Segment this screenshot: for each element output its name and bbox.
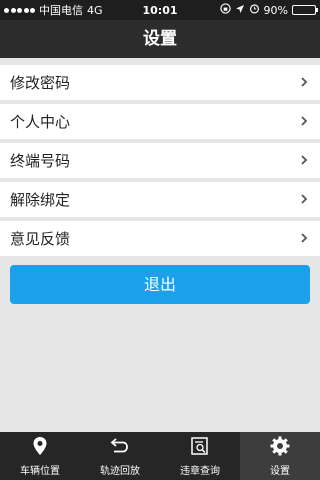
menu-item[interactable]: 意见反馈 bbox=[0, 221, 320, 256]
tab-label: 设置 bbox=[270, 465, 290, 477]
tab-item[interactable]: 违章查询 bbox=[160, 432, 240, 480]
alarm-icon bbox=[249, 3, 260, 17]
chevron-right-icon bbox=[298, 152, 310, 170]
location-arrow-icon bbox=[235, 4, 245, 17]
menu-item-label: 解除绑定 bbox=[10, 191, 71, 209]
menu-item[interactable]: 终端号码 bbox=[0, 143, 320, 178]
battery-percent: 90% bbox=[263, 3, 288, 17]
tab-label: 车辆位置 bbox=[20, 465, 60, 477]
menu-item-label: 个人中心 bbox=[10, 113, 71, 131]
tab-item[interactable]: 轨迹回放 bbox=[80, 432, 160, 480]
menu-item-label: 终端号码 bbox=[10, 152, 71, 170]
status-left: 中国电信 4G bbox=[4, 2, 220, 18]
menu-item[interactable]: 修改密码 bbox=[0, 65, 320, 100]
menu-item-label: 修改密码 bbox=[10, 74, 71, 92]
tab-item[interactable]: 车辆位置 bbox=[0, 432, 80, 480]
replay-icon bbox=[110, 436, 130, 459]
lock-rotation-icon bbox=[219, 3, 231, 17]
gear-icon bbox=[270, 436, 290, 459]
chevron-right-icon bbox=[298, 230, 310, 248]
tab-label: 违章查询 bbox=[180, 465, 220, 477]
tab-bar: 车辆位置 轨迹回放 违章查询 设置 bbox=[0, 432, 320, 480]
menu-item-label: 意见反馈 bbox=[10, 230, 71, 248]
menu-item[interactable]: 解除绑定 bbox=[0, 182, 320, 217]
tab-item[interactable]: 设置 bbox=[240, 432, 320, 480]
status-bar: 中国电信 4G 10:01 90% bbox=[0, 0, 320, 20]
chevron-right-icon bbox=[298, 113, 310, 131]
page-title: 设置 bbox=[0, 20, 320, 58]
chevron-right-icon bbox=[298, 74, 310, 92]
menu-item[interactable]: 个人中心 bbox=[0, 104, 320, 139]
network-type: 4G bbox=[87, 3, 103, 17]
signal-strength-icon bbox=[4, 7, 35, 13]
location-pin-icon bbox=[30, 436, 50, 459]
tab-label: 轨迹回放 bbox=[100, 465, 140, 477]
chevron-right-icon bbox=[298, 191, 310, 209]
battery-icon bbox=[292, 5, 318, 15]
status-right: 90% bbox=[219, 3, 318, 17]
carrier-name: 中国电信 bbox=[39, 4, 83, 17]
settings-menu: 修改密码个人中心终端号码解除绑定意见反馈 bbox=[0, 65, 320, 260]
logout-button[interactable]: 退出 bbox=[10, 265, 310, 304]
violation-search-icon bbox=[190, 436, 210, 459]
